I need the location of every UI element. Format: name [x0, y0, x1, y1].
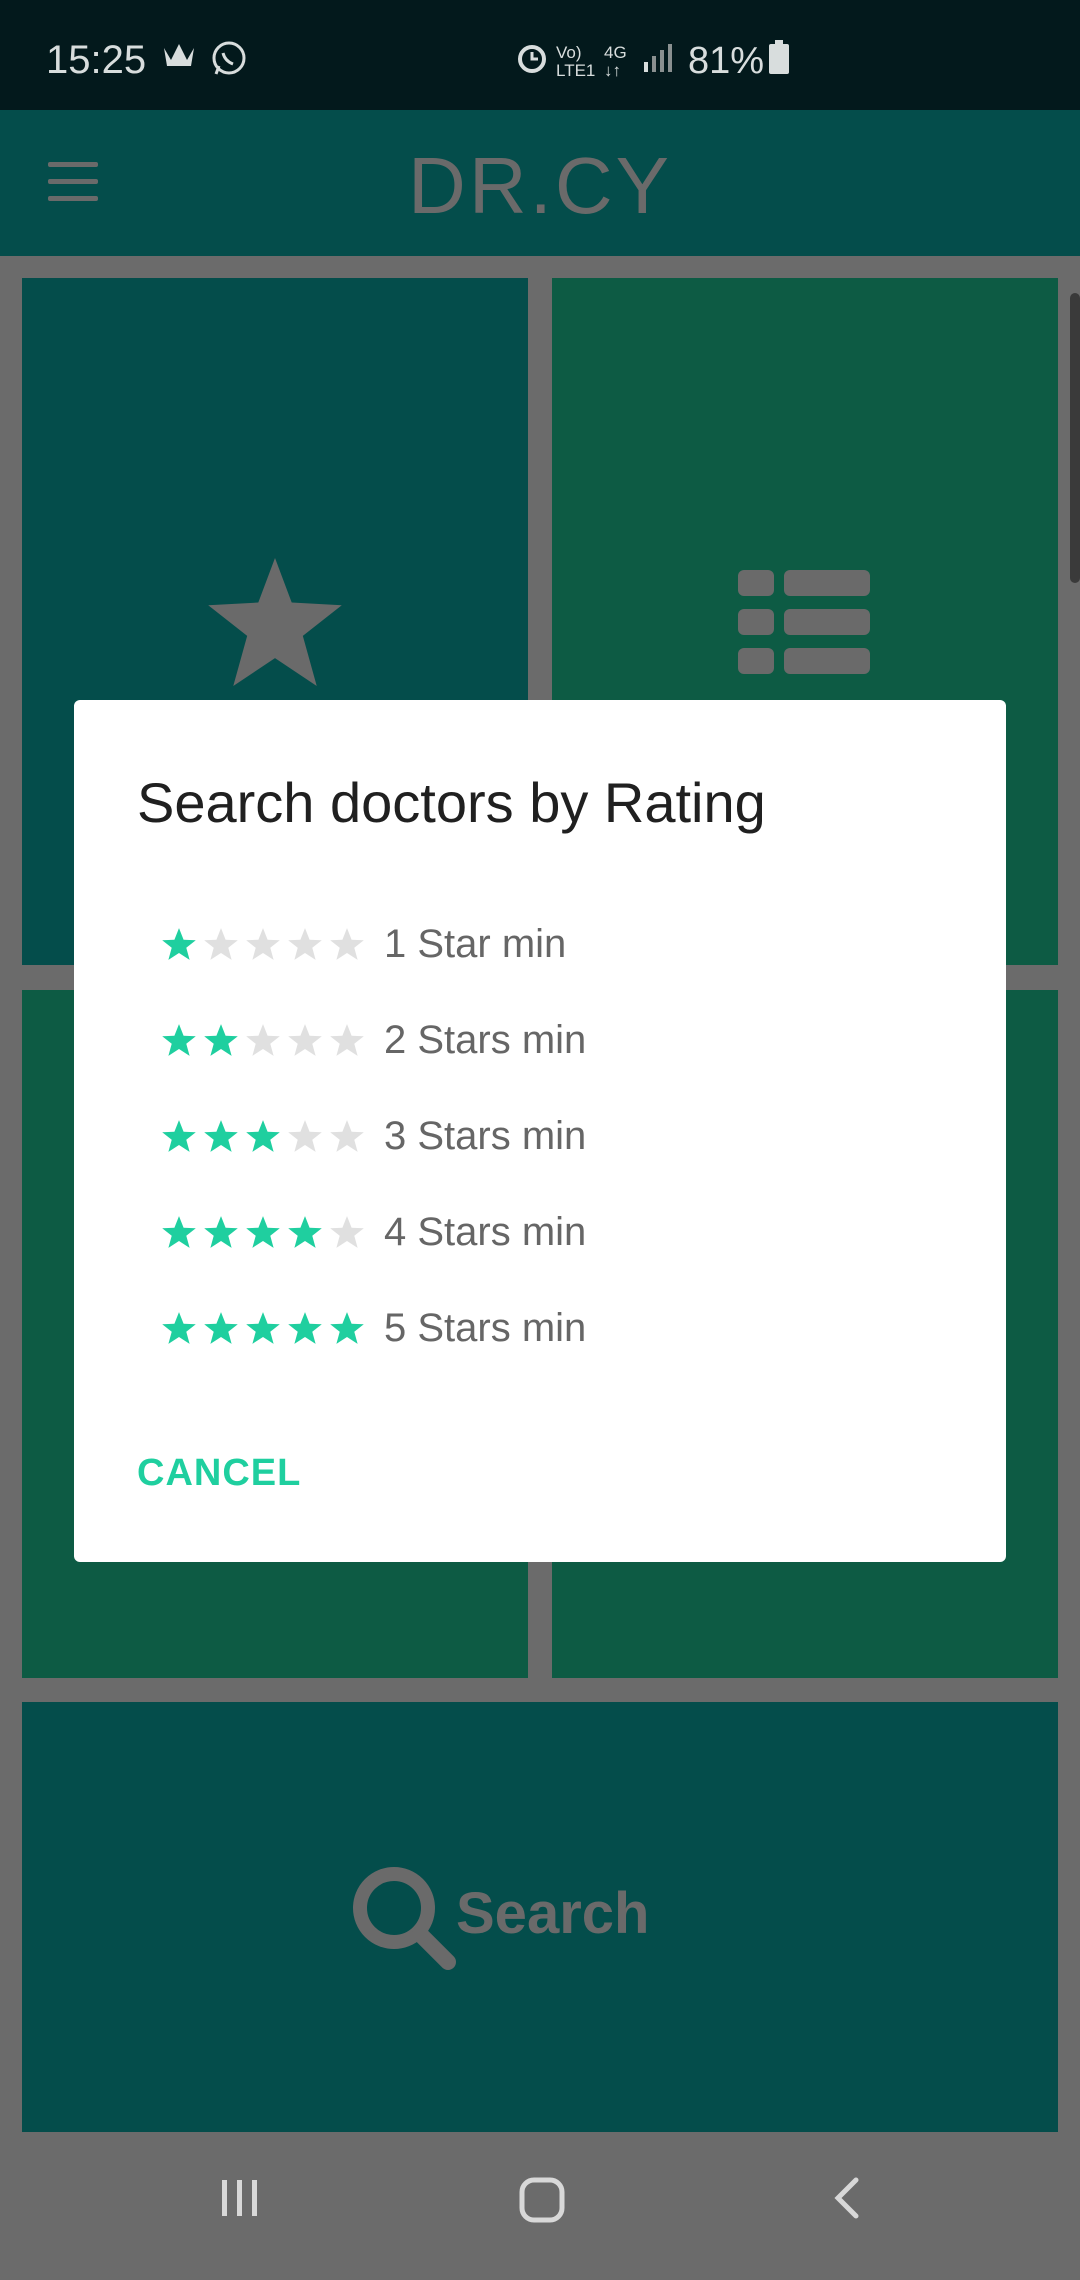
recent-apps-icon[interactable]	[218, 2176, 262, 2225]
star-filled-icon	[246, 1216, 280, 1248]
alarm-icon	[514, 40, 550, 81]
star-empty-icon	[330, 1216, 364, 1248]
star-filled-icon	[162, 1024, 196, 1056]
star-filled-icon	[204, 1216, 238, 1248]
star-rating	[160, 1309, 370, 1347]
rating-option-label: 3 Stars min	[384, 1113, 587, 1158]
dialog-title: Search doctors by Rating	[137, 771, 766, 834]
star-filled-icon	[162, 1216, 196, 1248]
star-filled-icon	[204, 1312, 238, 1344]
status-time: 15:25	[46, 38, 147, 82]
star-filled-icon	[246, 1312, 280, 1344]
star-rating	[160, 1213, 370, 1251]
star-filled-icon	[246, 1120, 280, 1152]
star-icon	[208, 558, 342, 691]
rating-option-3[interactable]: 3 Stars min	[160, 1106, 586, 1166]
rating-option-1[interactable]: 1 Star min	[160, 914, 566, 974]
rating-option-4[interactable]: 4 Stars min	[160, 1202, 586, 1262]
4g-icon: 4G ↓↑	[604, 43, 627, 80]
star-empty-icon	[204, 928, 238, 960]
rating-option-5[interactable]: 5 Stars min	[160, 1298, 586, 1358]
star-filled-icon	[162, 928, 196, 960]
crown-icon	[162, 40, 196, 75]
star-empty-icon	[288, 1024, 322, 1056]
star-rating	[160, 1021, 370, 1059]
rating-option-2[interactable]: 2 Stars min	[160, 1010, 586, 1070]
star-filled-icon	[204, 1120, 238, 1152]
back-icon[interactable]	[826, 2176, 870, 2225]
rating-dialog: Search doctors by Rating 1 Star min 2 St…	[74, 700, 1006, 1562]
star-empty-icon	[288, 928, 322, 960]
search-icon	[348, 1862, 458, 1977]
star-empty-icon	[288, 1120, 322, 1152]
volte-icon: Vo) LTE1	[556, 43, 596, 80]
rating-option-label: 1 Star min	[384, 921, 567, 966]
rating-option-label: 4 Stars min	[384, 1209, 587, 1254]
star-filled-icon	[204, 1024, 238, 1056]
star-rating	[160, 925, 370, 963]
list-icon	[738, 570, 870, 679]
navigation-bar	[0, 2136, 1080, 2280]
star-filled-icon	[288, 1216, 322, 1248]
scrollbar[interactable]	[1070, 293, 1080, 583]
star-empty-icon	[330, 1024, 364, 1056]
status-bar: 15:25 Vo) LTE1 4G ↓↑ 81%	[0, 0, 1080, 110]
star-filled-icon	[288, 1312, 322, 1344]
star-filled-icon	[162, 1312, 196, 1344]
star-empty-icon	[330, 928, 364, 960]
rating-option-label: 2 Stars min	[384, 1017, 587, 1062]
whatsapp-icon	[210, 40, 248, 83]
app-bar: DR.CY	[0, 110, 1080, 256]
home-icon[interactable]	[518, 2176, 566, 2229]
battery-icon	[768, 40, 790, 81]
star-empty-icon	[246, 1024, 280, 1056]
signal-icon	[642, 40, 676, 79]
star-filled-icon	[162, 1120, 196, 1152]
search-tile-label: Search	[456, 1881, 650, 1946]
cancel-button[interactable]: CANCEL	[137, 1452, 301, 1495]
rating-option-label: 5 Stars min	[384, 1305, 587, 1350]
app-title: DR.CY	[408, 141, 672, 230]
star-empty-icon	[246, 928, 280, 960]
star-rating	[160, 1117, 370, 1155]
star-empty-icon	[330, 1120, 364, 1152]
star-filled-icon	[330, 1312, 364, 1344]
battery-percent: 81%	[688, 40, 765, 82]
